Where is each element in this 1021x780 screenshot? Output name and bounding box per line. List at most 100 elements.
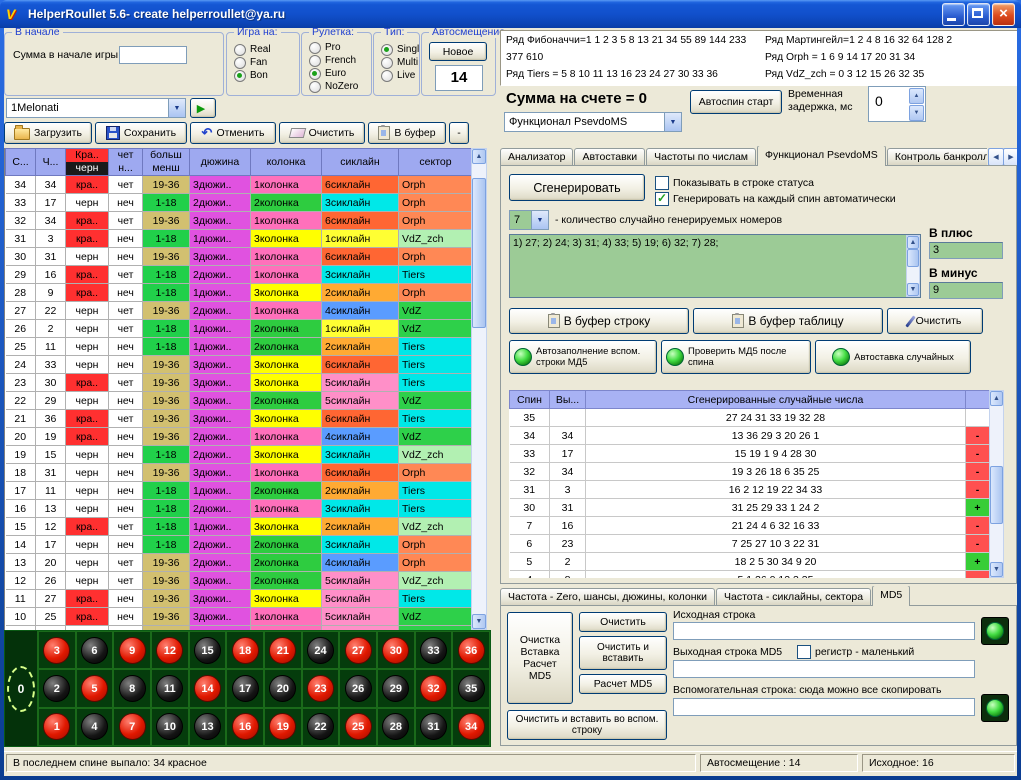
radio-fan[interactable]: Fan [234, 56, 299, 69]
col-range[interactable]: большменш [143, 149, 190, 176]
board-number-20[interactable]: 20 [264, 669, 302, 707]
board-number-8[interactable]: 8 [113, 669, 151, 707]
autofill-md5-button[interactable]: Автозаполнение вспом. строки МД5 [509, 340, 657, 374]
col-sixline[interactable]: сиклайн [322, 149, 399, 176]
history-row[interactable]: 2433черннеч19-363дюжи..3колонка6сиклайнT… [6, 356, 473, 374]
scrollbar-down-icon[interactable] [907, 283, 919, 296]
tab-5[interactable]: Контроль банкролла [887, 148, 987, 166]
generated-row[interactable]: 343413 36 29 3 20 26 1- [510, 427, 990, 445]
history-row[interactable]: 1417черннеч1-182дюжи..2колонка3сиклайнOr… [6, 536, 473, 554]
scrollbar-thumb[interactable] [907, 249, 919, 267]
md5-big-button[interactable]: Очистка Вставка Расчет MD5 [507, 612, 573, 704]
history-row[interactable]: 1226чернчет19-363дюжи..2колонка5сиклайнV… [6, 572, 473, 590]
board-number-35[interactable]: 35 [452, 669, 490, 707]
textarea-scrollbar[interactable] [906, 235, 920, 297]
radio-euro[interactable]: Euro [309, 67, 371, 80]
board-number-3[interactable]: 3 [38, 631, 76, 669]
scrollbar-thumb[interactable] [990, 466, 1003, 524]
mode-combo[interactable]: Функционал PsevdoMS [504, 112, 682, 132]
radio-multi[interactable]: Multi [381, 56, 419, 69]
board-number-19[interactable]: 19 [264, 708, 302, 746]
board-number-1[interactable]: 1 [38, 708, 76, 746]
source-sphere-button[interactable] [981, 617, 1009, 645]
board-number-5[interactable]: 5 [76, 669, 114, 707]
scrollbar-thumb[interactable] [472, 178, 486, 328]
toolbar-button-1[interactable]: Загрузить [4, 122, 92, 144]
board-zero[interactable]: 0 [5, 631, 38, 746]
output-string-input[interactable] [673, 660, 975, 678]
scrollbar-up-icon[interactable] [907, 236, 919, 249]
tab-3[interactable]: MD5 [872, 586, 910, 606]
radio-french[interactable]: French [309, 54, 371, 67]
board-number-4[interactable]: 4 [76, 708, 114, 746]
toolbar-button-4[interactable]: Очистить [279, 122, 365, 144]
minus-value-input[interactable]: 9 [929, 282, 1003, 299]
tab-3[interactable]: Частоты по числам [646, 148, 756, 166]
history-row[interactable]: 2511черннеч1-181дюжи..2колонка2сиклайнTi… [6, 338, 473, 356]
board-number-10[interactable]: 10 [151, 708, 189, 746]
radio-singl[interactable]: Singl [381, 43, 419, 56]
scrollbar-down-icon[interactable] [472, 614, 486, 629]
history-row[interactable]: 2136кра..чет19-363дюжи..3колонка6сиклайн… [6, 410, 473, 428]
history-row[interactable]: 2019кра..неч19-362дюжи..1колонка4сиклайн… [6, 428, 473, 446]
history-row[interactable]: 3031черннеч19-363дюжи..1колонка6сиклайнO… [6, 248, 473, 266]
history-row[interactable]: 289кра..неч1-181дюжи..3колонка2сиклайнOr… [6, 284, 473, 302]
board-number-26[interactable]: 26 [339, 669, 377, 707]
auto-generate-checkbox[interactable]: Генерировать на каждый спин автоматическ… [655, 192, 896, 206]
scrollbar-up-icon[interactable] [472, 149, 486, 164]
generate-button[interactable]: Сгенерировать [509, 174, 645, 201]
board-number-33[interactable]: 33 [415, 631, 453, 669]
board-number-27[interactable]: 27 [339, 631, 377, 669]
clear-paste-helper-button[interactable]: Очистить и вставить во вспом. строку [507, 710, 667, 740]
board-number-34[interactable]: 34 [452, 708, 490, 746]
radio-pro[interactable]: Pro [309, 41, 371, 54]
col-color[interactable]: Кра..черн [66, 149, 109, 176]
generated-scrollbar[interactable] [989, 390, 1004, 578]
history-row[interactable]: 1711черннеч1-181дюжи..2колонка2сиклайнTi… [6, 482, 473, 500]
history-row[interactable]: 1025кра..неч19-363дюжи..1колонка5сиклайн… [6, 608, 473, 626]
board-number-12[interactable]: 12 [151, 631, 189, 669]
col-column[interactable]: колонка [251, 149, 322, 176]
history-row[interactable]: 262чернчет1-181дюжи..2колонка1сиклайнVdZ [6, 320, 473, 338]
col-gen-nums[interactable]: Сгенерированные случайные числа [586, 391, 966, 409]
board-number-24[interactable]: 24 [302, 631, 340, 669]
md5-clear-paste-button[interactable]: Очистить и вставить [579, 636, 667, 670]
col-parity[interactable]: четн... [109, 149, 143, 176]
toolbar-button-5[interactable]: В буфер [368, 122, 446, 144]
generated-row[interactable]: 323419 3 26 18 6 35 25- [510, 463, 990, 481]
tabs-scroll-left-button[interactable]: ◀ [988, 148, 1004, 166]
spinner-down-icon[interactable] [909, 105, 924, 121]
radio-live[interactable]: Live [381, 69, 419, 82]
md5-calc-button[interactable]: Расчет MD5 [579, 674, 667, 694]
col-number[interactable]: Ч... [36, 149, 66, 176]
helper-string-input[interactable] [673, 698, 975, 716]
board-number-15[interactable]: 15 [189, 631, 227, 669]
col-dozen[interactable]: дюжина [190, 149, 251, 176]
board-number-25[interactable]: 25 [339, 708, 377, 746]
tab-1[interactable]: Частота - Zero, шансы, дюжины, колонки [500, 588, 715, 606]
start-sum-input[interactable] [119, 46, 187, 64]
history-row[interactable]: 1831черннеч19-363дюжи..1колонка6сиклайнO… [6, 464, 473, 482]
toolbar-button-3[interactable]: Отменить [190, 122, 276, 144]
board-number-17[interactable]: 17 [226, 669, 264, 707]
tab-2[interactable]: Автоставки [574, 148, 645, 166]
history-row[interactable]: 3434кра..чет19-363дюжи..1колонка6сиклайн… [6, 176, 473, 194]
tab-2[interactable]: Частота - сиклайны, сектора [716, 588, 871, 606]
col-gen-out[interactable]: Вы... [550, 391, 586, 409]
board-number-7[interactable]: 7 [113, 708, 151, 746]
col-sector[interactable]: сектор [399, 149, 473, 176]
board-number-9[interactable]: 9 [113, 631, 151, 669]
close-button[interactable] [992, 3, 1015, 26]
tab-1[interactable]: Анализатор [500, 148, 573, 166]
history-row[interactable]: 3234кра..чет19-363дюжи..1колонка6сиклайн… [6, 212, 473, 230]
history-row[interactable]: 1915черннеч1-182дюжи..3колонка3сиклайнVd… [6, 446, 473, 464]
preset-combo[interactable]: 1Melonati [6, 98, 186, 118]
col-spin[interactable]: С... [6, 149, 36, 176]
generated-row[interactable]: 303131 25 29 33 1 24 2+ [510, 499, 990, 517]
board-number-16[interactable]: 16 [226, 708, 264, 746]
history-row[interactable]: 2722чернчет19-362дюжи..1колонка4сиклайнV… [6, 302, 473, 320]
source-string-input[interactable] [673, 622, 975, 640]
radio-nozero[interactable]: NoZero [309, 80, 371, 93]
board-number-2[interactable]: 2 [38, 669, 76, 707]
history-row[interactable]: 1613черннеч1-182дюжи..1колонка3сиклайнTi… [6, 500, 473, 518]
